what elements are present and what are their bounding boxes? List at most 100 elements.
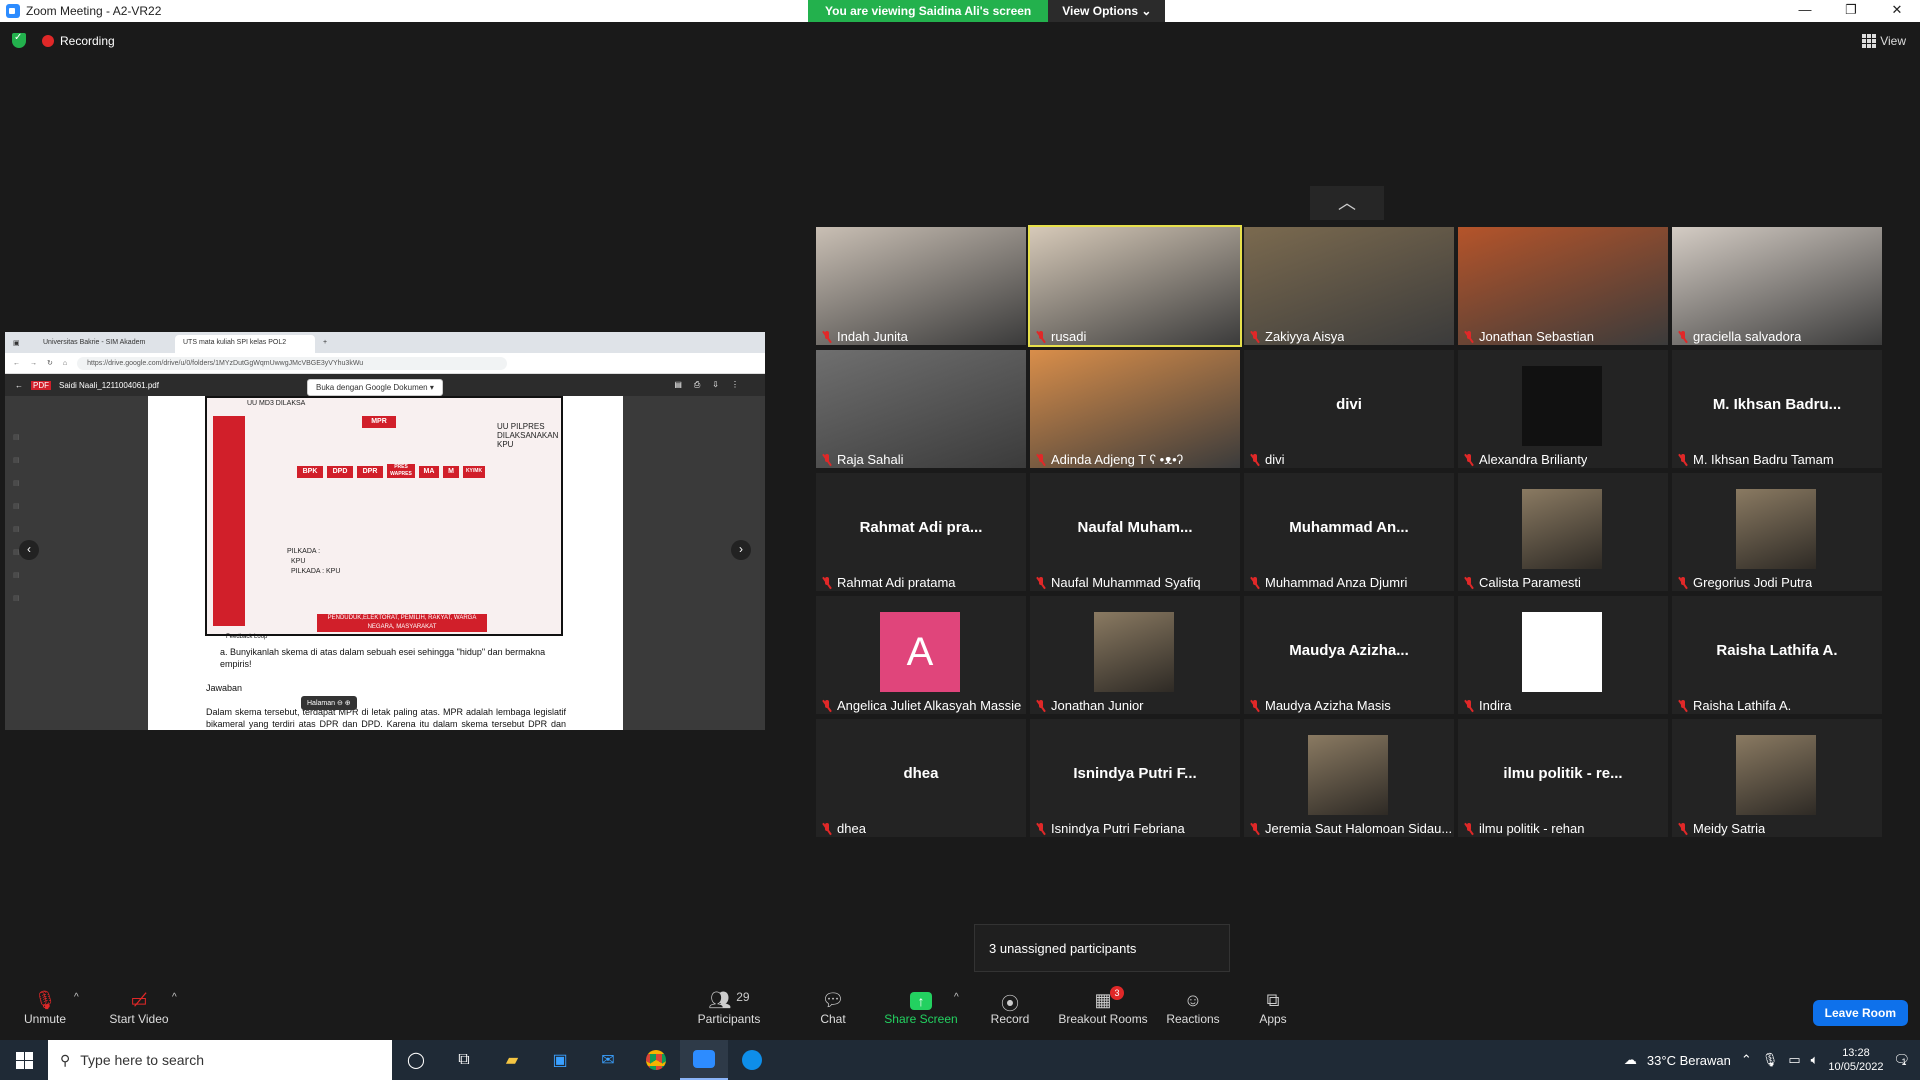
microphone-icon[interactable]: 🎙︎ [1762,1052,1779,1068]
file-explorer-icon[interactable]: ▰ [488,1040,536,1080]
open-with-google-docs-button[interactable]: Buka dengan Google Dokumen ▾ [307,379,443,396]
participant-tile[interactable]: Jonathan Sebastian [1458,227,1668,345]
tab-actions-icon[interactable]: ▣ [5,335,35,353]
mic-muted-icon [1464,330,1474,343]
participant-name-label: divi [1250,452,1285,467]
participants-button[interactable]: 👥︎ 29 Participants [684,990,774,1026]
task-view-icon[interactable]: ⧉ [440,1040,488,1080]
shared-screen[interactable]: ▣ Universitas Bakrie - SIM Akadem UTS ma… [5,332,765,730]
participant-tile[interactable]: A Angelica Juliet Alkasyah Massie [816,596,1026,714]
leave-room-button[interactable]: Leave Room [1812,1000,1908,1026]
participant-tile[interactable]: Adinda Adjeng T ʕ •ᴥ•ʔ [1030,350,1240,468]
next-page-icon[interactable]: › [731,540,751,560]
pdf-action-icons[interactable]: ▤⎙⇩⋮ [674,380,751,390]
participant-tile[interactable]: Meidy Satria [1672,719,1882,837]
participant-tile[interactable]: Jonathan Junior [1030,596,1240,714]
reload-icon[interactable]: ↻ [47,359,53,367]
home-icon[interactable]: ⌂ [63,360,67,367]
participant-tile[interactable]: Indah Junita [816,227,1026,345]
record-button[interactable]: ⦿ Record [965,990,1055,1026]
weather-text[interactable]: 33°C Berawan [1647,1053,1731,1068]
title-bar: Zoom Meeting - A2-VR22 You are viewing S… [0,0,1920,22]
mic-muted-icon [1250,453,1260,466]
diagram-box: MPR [362,416,396,428]
video-options-caret-icon[interactable]: ^ [172,992,177,1003]
mail-icon[interactable]: ✉ [584,1040,632,1080]
view-layout-button[interactable]: View [1862,34,1906,48]
taskbar-search-box[interactable]: ⚲ Type here to search [48,1040,392,1080]
browser-tab[interactable]: Universitas Bakrie - SIM Akadem [35,335,175,353]
participant-tile[interactable]: ilmu politik - re... ilmu politik - rehan [1458,719,1668,837]
start-video-button[interactable]: ▭̸ Start Video [94,990,184,1026]
drive-sidebar-ghost: ▤ ▤ ▤ ▤ ▤ ▤ ▤ ▤ [13,434,20,602]
participant-tile[interactable]: Maudya Azizha... Maudya Azizha Masis [1244,596,1454,714]
forward-icon[interactable]: → [30,360,37,367]
browser-tab-active[interactable]: UTS mata kuliah SPI kelas POL2 [175,335,315,353]
volume-icon[interactable]: 🔈︎ [1811,1052,1819,1068]
participant-tile[interactable]: graciella salvadora [1672,227,1882,345]
mic-muted-icon [822,330,832,343]
gallery-scroll-up-button[interactable]: ︿ [1310,186,1384,220]
participants-icon: 👥︎ 29 [708,990,750,1010]
participant-tile[interactable]: M. Ikhsan Badru... M. Ikhsan Badru Tamam [1672,350,1882,468]
back-icon[interactable]: ← [13,360,20,367]
breakout-rooms-button[interactable]: ▦ 3 Breakout Rooms [1058,986,1148,1026]
participant-name-label: Alexandra Brilianty [1464,452,1587,467]
minimize-button[interactable]: — [1782,0,1828,22]
back-arrow-icon[interactable]: ← [15,381,23,390]
participant-name: divi [1265,452,1285,467]
network-icon[interactable]: ▭ [1788,1052,1800,1068]
participant-video [1244,227,1454,345]
participant-tile[interactable]: Rahmat Adi pra... Rahmat Adi pratama [816,473,1026,591]
participant-name-label: graciella salvadora [1678,329,1801,344]
new-tab-icon[interactable]: + [315,335,345,353]
view-options-button[interactable]: View Options ⌄ [1048,0,1166,22]
participant-tile[interactable]: Calista Paramesti [1458,473,1668,591]
audio-options-caret-icon[interactable]: ^ [74,992,79,1003]
record-dot-icon [42,35,54,48]
apps-button[interactable]: ⧉ Apps [1228,990,1318,1026]
participant-tile[interactable]: Isnindya Putri F... Isnindya Putri Febria… [1030,719,1240,837]
diagram-label: UU PILPRES DILAKSANAKAN KPU [497,422,559,449]
teamviewer-icon[interactable] [728,1040,776,1080]
store-icon[interactable]: ▣ [536,1040,584,1080]
notifications-icon[interactable]: 🗨︎ 1 [1893,1052,1910,1068]
pdf-page: UU MD3 DILAKSA MPR BPK DPD DPR PRES WAPR… [148,396,623,730]
participant-name-label: Adinda Adjeng T ʕ •ᴥ•ʔ [1036,452,1183,467]
participant-tile[interactable]: dhea dhea [816,719,1026,837]
taskbar-clock[interactable]: 13:28 10/05/2022 [1828,1046,1883,1074]
tray-chevron-up-icon[interactable]: ⌃ [1741,1052,1752,1068]
participant-name: Indira [1479,698,1512,713]
encryption-shield-icon[interactable] [12,32,26,48]
participant-tile[interactable]: Indira [1458,596,1668,714]
previous-page-icon[interactable]: ‹ [19,540,39,560]
chat-button[interactable]: 💬︎ Chat [788,990,878,1026]
participant-tile[interactable]: Raisha Lathifa A. Raisha Lathifa A. [1672,596,1882,714]
participant-tile[interactable]: rusadi [1028,225,1242,347]
recording-indicator[interactable]: Recording [42,34,115,48]
url-field[interactable]: https://drive.google.com/drive/u/0/folde… [77,356,508,370]
close-button[interactable]: ✕ [1874,0,1920,22]
participant-name-label: Angelica Juliet Alkasyah Massie [822,698,1021,713]
participant-tile[interactable]: divi divi [1244,350,1454,468]
participant-name: Jonathan Junior [1051,698,1144,713]
mic-muted-icon [1678,330,1688,343]
page-controls[interactable]: Halaman ⊖ ⊕ [301,696,357,710]
windows-start-button[interactable] [0,1040,48,1080]
participant-tile[interactable]: Gregorius Jodi Putra [1672,473,1882,591]
participant-tile[interactable]: Jeremia Saut Halomoan Sidau... [1244,719,1454,837]
participant-tile[interactable]: Raja Sahali [816,350,1026,468]
participant-tile[interactable]: Alexandra Brilianty [1458,350,1668,468]
participant-display-name: Muhammad An... [1289,519,1409,536]
participant-tile[interactable]: Naufal Muham... Naufal Muhammad Syafiq [1030,473,1240,591]
cortana-icon[interactable]: ◯ [392,1040,440,1080]
share-options-caret-icon[interactable]: ^ [954,992,959,1003]
chrome-icon[interactable] [632,1040,680,1080]
share-screen-button[interactable]: ↑ Share Screen [876,990,966,1026]
reactions-button[interactable]: ☺︎ Reactions [1148,990,1238,1026]
participant-name: Rahmat Adi pratama [837,575,956,590]
participant-tile[interactable]: Muhammad An... Muhammad Anza Djumri [1244,473,1454,591]
restore-button[interactable]: ❐ [1828,0,1874,22]
participant-tile[interactable]: Zakiyya Aisya [1244,227,1454,345]
zoom-taskbar-icon[interactable] [680,1040,728,1080]
